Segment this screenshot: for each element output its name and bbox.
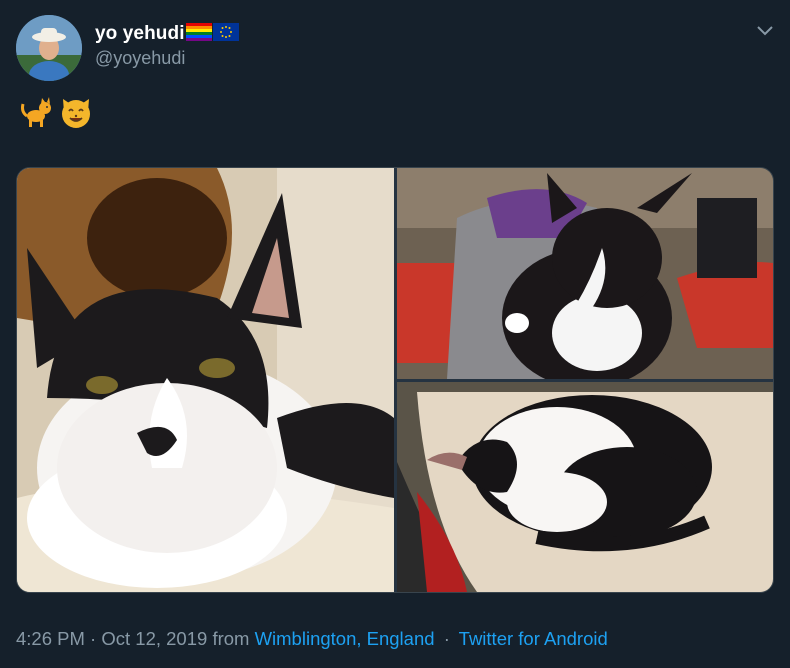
handle[interactable]: @yoyehudi <box>95 48 185 69</box>
tweet-time[interactable]: 4:26 PM <box>16 628 85 649</box>
tweet-meta: 4:26 PM · Oct 12, 2019 from Wimblington,… <box>16 628 608 650</box>
avatar[interactable] <box>16 15 82 81</box>
author-name-row: yo yehudi <box>95 22 239 46</box>
photo-cat-on-lap[interactable] <box>397 168 773 379</box>
photo-cat-curled-up[interactable] <box>397 382 773 592</box>
eu-flag-icon <box>212 22 239 46</box>
location-link[interactable]: Wimblington, England <box>255 628 435 649</box>
tweet-text <box>18 94 94 130</box>
display-name[interactable]: yo yehudi <box>95 23 185 45</box>
meta-separator-2: · <box>443 628 450 649</box>
tweet-date[interactable]: Oct 12, 2019 <box>101 628 207 649</box>
photo-cat-closeup[interactable] <box>17 168 394 592</box>
cat-emoji <box>21 97 51 127</box>
chevron-down-icon[interactable] <box>754 20 776 42</box>
tweet-card: yo yehudi @yoyehudi 4:26 PM · Oct 12, 20… <box>0 0 790 668</box>
meta-separator: · <box>90 628 97 649</box>
rainbow-flag-icon <box>185 22 212 46</box>
cat-face-emoji <box>62 99 90 128</box>
client-link[interactable]: Twitter for Android <box>459 628 608 649</box>
media-grid <box>16 167 774 593</box>
from-label: from <box>212 628 250 649</box>
